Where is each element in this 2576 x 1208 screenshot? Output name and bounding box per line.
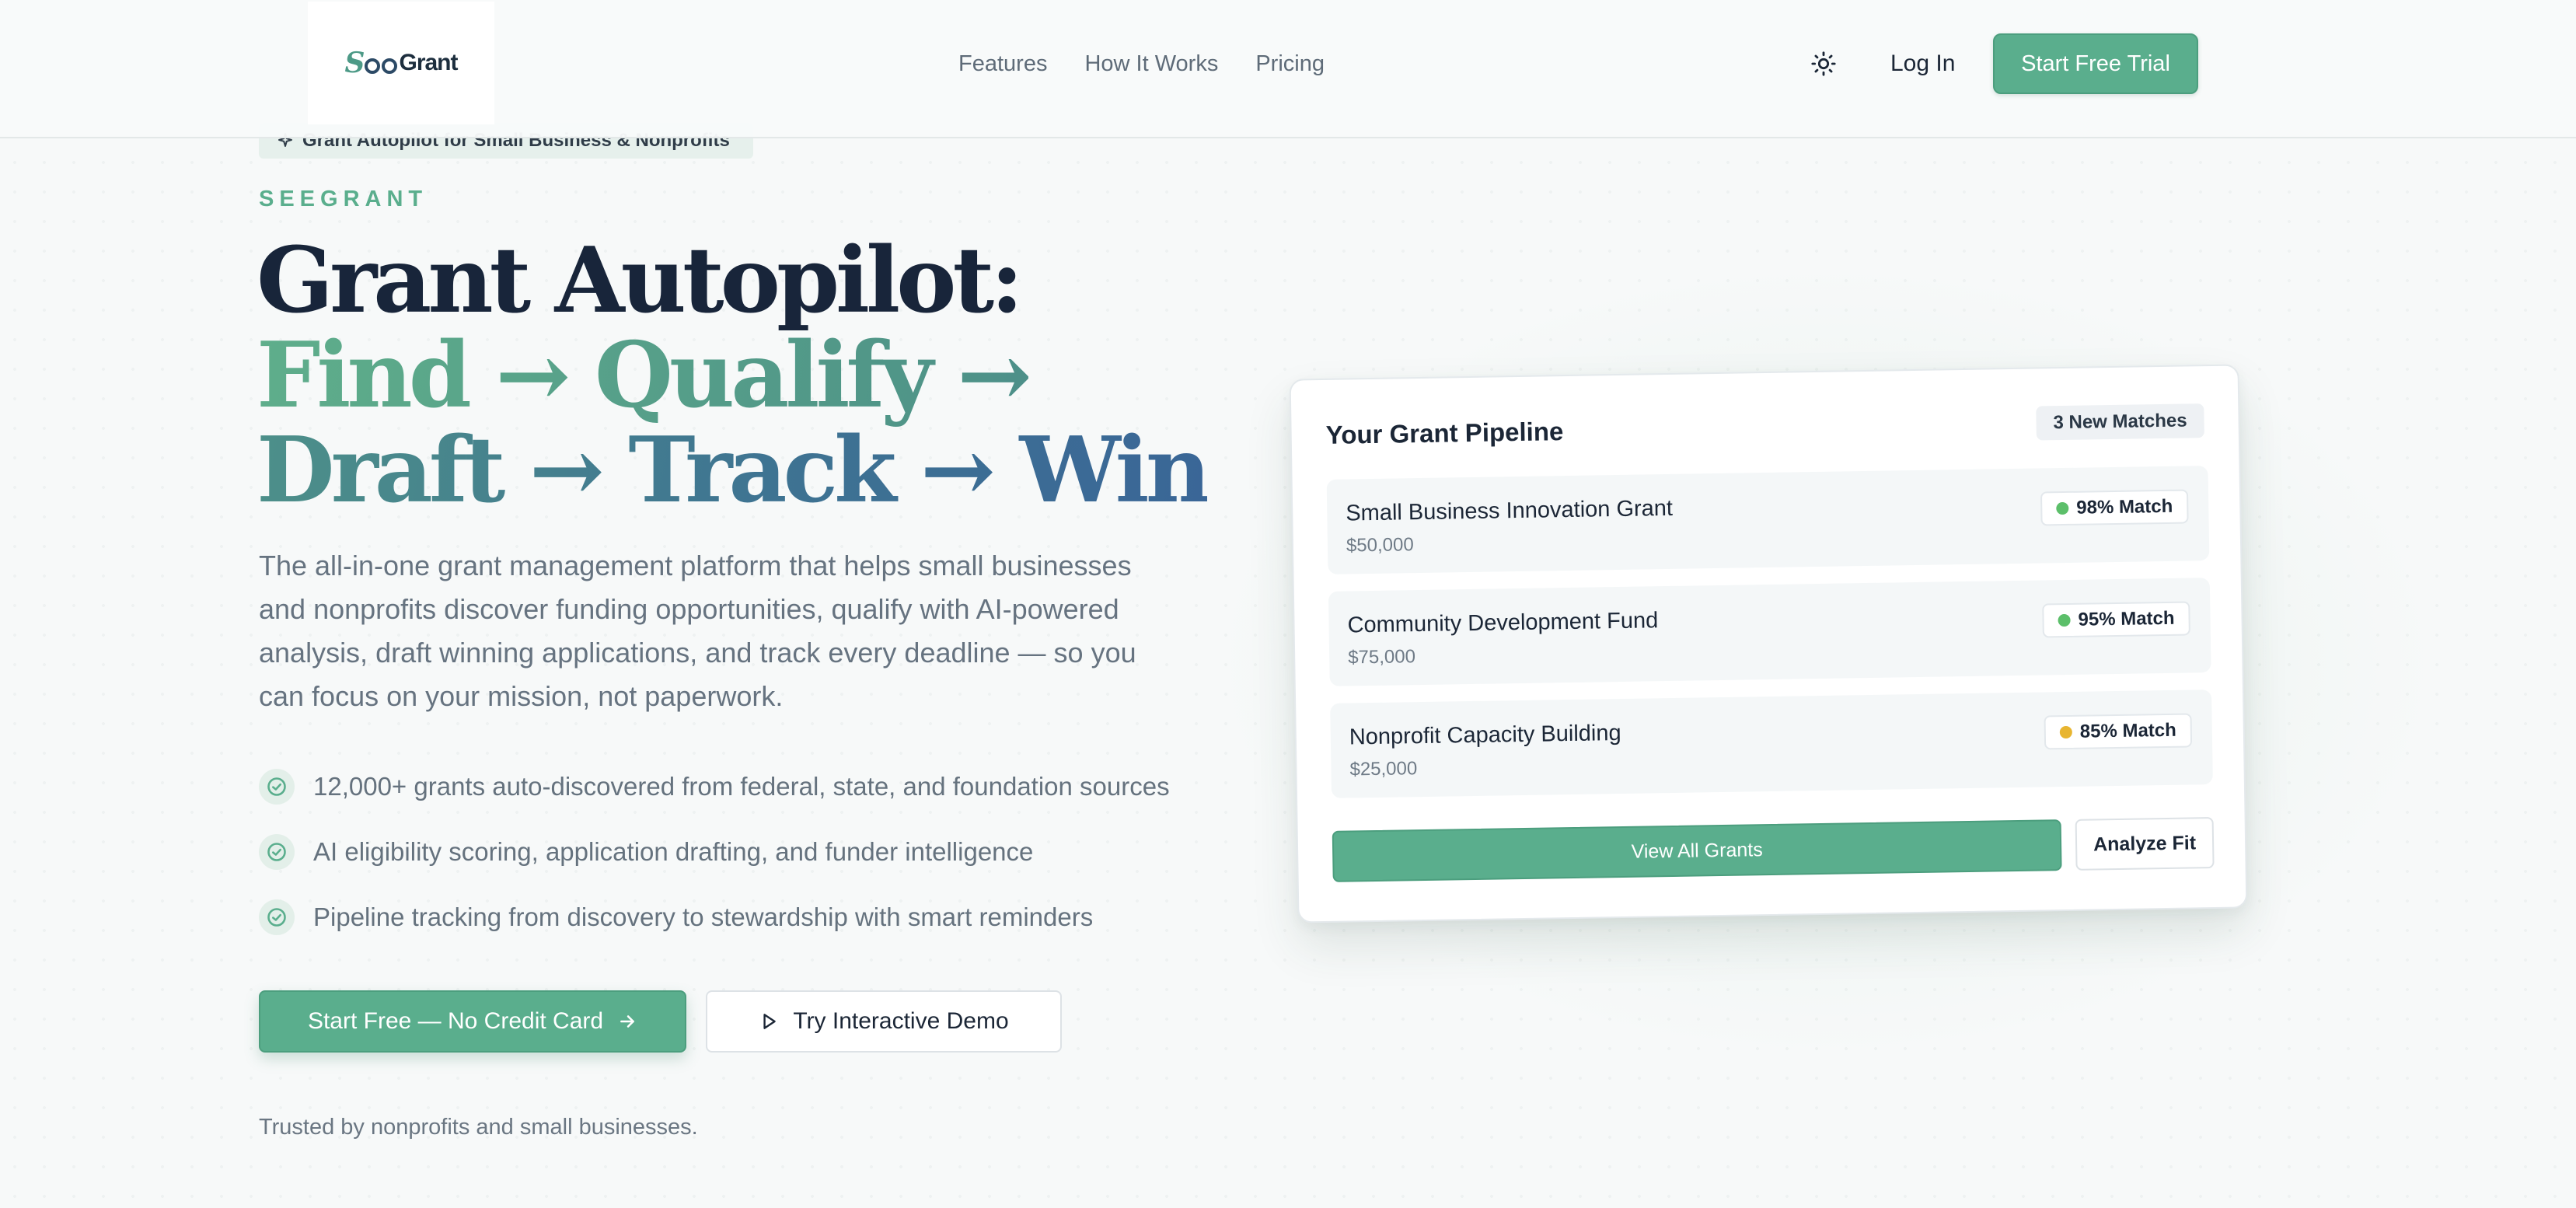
grant-amount: $25,000 [1349,758,1418,780]
view-all-grants-button[interactable]: View All Grants [1332,819,2062,882]
match-text: 98% Match [2076,495,2173,518]
match-text: 85% Match [2079,719,2177,742]
play-icon [763,1014,777,1029]
match-badge: 85% Match [2044,713,2193,750]
top-navigation: S Grant Features How It Works Pricing Log… [0,0,2576,138]
logo[interactable]: S Grant [308,2,494,124]
grant-name: Small Business Innovation Grant [1346,495,1674,526]
nav-links: Features How It Works Pricing [958,47,1325,81]
grant-list: Small Business Innovation Grant $50,000 … [1326,466,2214,815]
grant-row[interactable]: Small Business Innovation Grant $50,000 … [1326,466,2210,574]
check-circle-icon [259,769,295,805]
feature-list: 12,000+ grants auto-discovered from fede… [259,768,1170,964]
theme-toggle-button[interactable] [1808,48,1839,79]
feature-text: 12,000+ grants auto-discovered from fede… [313,772,1170,801]
check-circle-icon [259,899,295,935]
interactive-demo-label: Try Interactive Demo [793,1008,1009,1034]
new-matches-badge: 3 New Matches [2036,403,2204,441]
analyze-fit-button[interactable]: Analyze Fit [2075,817,2215,871]
hero-headline: Grant Autopilot: Find → Qualify → Draft … [257,233,1228,518]
grant-amount: $75,000 [1348,646,1416,669]
feature-text: Pipeline tracking from discovery to stew… [313,903,1094,931]
match-badge: 95% Match [2042,601,2190,638]
feature-item: 12,000+ grants auto-discovered from fede… [259,768,1170,805]
feature-item: AI eligibility scoring, application draf… [259,833,1170,871]
headline-lead: Grant Autopilot: [257,228,1024,333]
grant-pipeline-card: Your Grant Pipeline 3 New Matches Small … [1289,364,2248,923]
match-text: 95% Match [2078,607,2175,630]
start-free-trial-button[interactable]: Start Free Trial [1993,33,2198,94]
login-link[interactable]: Log In [1890,47,1955,81]
hero-eyebrow: SEEGRANT [259,187,428,211]
headline-accent: Find → Qualify → Draft → Track → Win [257,323,1211,523]
trusted-text: Trusted by nonprofits and small business… [259,1115,698,1140]
check-circle-icon [259,834,295,870]
nav-link-pricing[interactable]: Pricing [1255,51,1325,77]
match-status-dot [2058,613,2071,627]
grant-amount: $50,000 [1346,534,1414,557]
logo-mark: S [344,47,399,79]
start-free-button[interactable]: Start Free — No Credit Card [259,990,686,1053]
start-free-label: Start Free — No Credit Card [307,1008,604,1034]
nav-link-features[interactable]: Features [958,51,1047,77]
arrow-right-icon [620,1015,634,1028]
hero-description: The all-in-one grant management platform… [259,550,1136,712]
logo-wordmark: Grant [399,50,458,75]
logo-eyes-icon [365,57,398,74]
match-status-dot [2056,501,2069,515]
interactive-demo-button[interactable]: Try Interactive Demo [706,990,1062,1053]
nav-link-how-it-works[interactable]: How It Works [1084,51,1218,77]
grant-name: Community Development Fund [1347,608,1659,638]
feature-item: Pipeline tracking from discovery to stew… [259,899,1170,936]
grant-row[interactable]: Nonprofit Capacity Building $25,000 85% … [1330,690,2213,798]
grant-row[interactable]: Community Development Fund $75,000 95% M… [1328,578,2211,686]
match-status-dot [2059,725,2072,739]
pipeline-title: Your Grant Pipeline [1325,417,1564,449]
feature-text: AI eligibility scoring, application draf… [313,837,1034,866]
match-badge: 98% Match [2040,489,2189,526]
sun-icon [1811,51,1836,76]
grant-name: Nonprofit Capacity Building [1349,720,1621,750]
